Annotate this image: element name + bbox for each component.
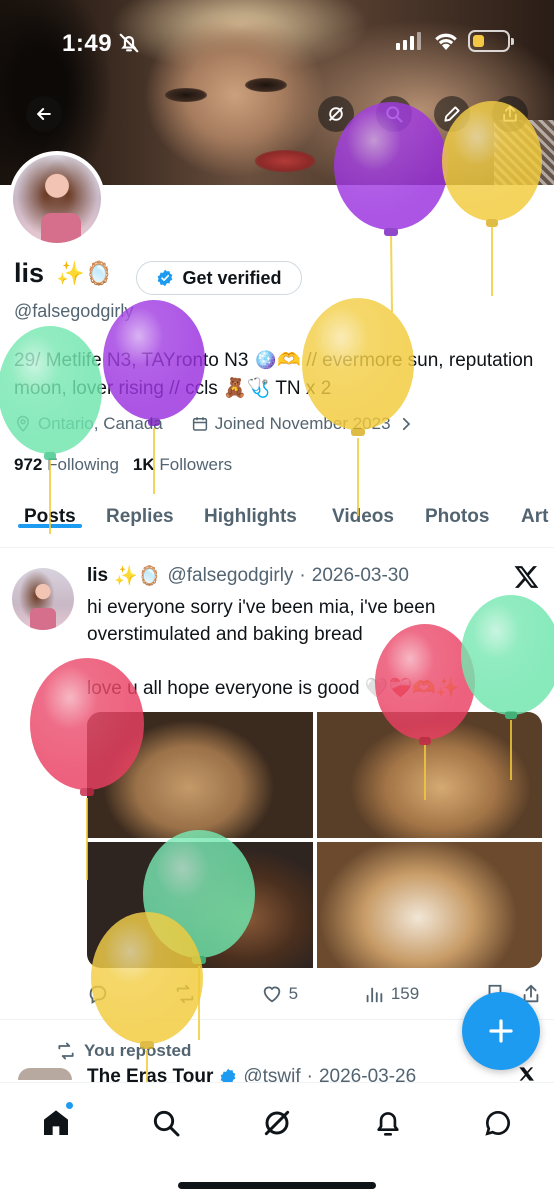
- repost-label: You reposted: [84, 1041, 192, 1060]
- post-date: 2026-03-30: [311, 565, 409, 586]
- home-icon: [44, 1110, 68, 1135]
- nav-search[interactable]: [146, 1103, 186, 1143]
- grok-button[interactable]: [318, 96, 354, 132]
- following-link[interactable]: 972 Following: [14, 455, 119, 475]
- search-icon: [153, 1110, 180, 1137]
- search-icon: [386, 106, 403, 123]
- bread-photo-4[interactable]: [316, 842, 542, 968]
- banner-eye: [245, 78, 287, 92]
- grok-icon: [329, 107, 343, 121]
- balloon-yellow: [302, 298, 414, 516]
- notification-dot: [65, 1101, 74, 1110]
- heart-icon: [263, 986, 280, 1003]
- repost-indicator: You reposted: [56, 1041, 191, 1061]
- tab-posts[interactable]: Posts: [18, 496, 82, 528]
- banner-eye: [165, 88, 207, 102]
- get-verified-button[interactable]: Get verified: [136, 261, 302, 295]
- post-text: hi everyone sorry i've been mia, i've be…: [87, 597, 460, 699]
- views-icon: [366, 987, 383, 1003]
- post-card[interactable]: lis ✨🪞 @falsegodgirly · 2026-03-30 hi ev…: [0, 548, 554, 1020]
- profile-handle: @falsegodgirly: [14, 301, 134, 321]
- repost-icon: [176, 984, 194, 1004]
- tab-highlights[interactable]: Highlights: [204, 496, 297, 528]
- post-dot: ·: [299, 565, 306, 586]
- like-count: 5: [288, 984, 299, 1003]
- profile-joined: Joined November 2023: [214, 414, 391, 433]
- battery-icon: [468, 30, 514, 52]
- profile-name-row: lis ✨🪞: [14, 258, 113, 289]
- repost-icon: [58, 1042, 74, 1060]
- messages-icon: [485, 1110, 510, 1136]
- tab-label: Replies: [106, 506, 174, 527]
- back-button[interactable]: [26, 96, 62, 132]
- post-header: lis ✨🪞 @falsegodgirly · 2026-03-30: [87, 564, 409, 588]
- share-icon: [503, 105, 517, 122]
- tab-art[interactable]: Art: [521, 496, 548, 528]
- bell-muted-icon: [119, 33, 139, 53]
- home-indicator: [178, 1182, 376, 1189]
- search-button[interactable]: [376, 96, 412, 132]
- tab-replies[interactable]: Replies: [106, 496, 174, 528]
- bread-photo-3[interactable]: [87, 842, 313, 968]
- post2-avatar[interactable]: [18, 1068, 72, 1080]
- x-logo-icon: [514, 566, 539, 588]
- reply-button[interactable]: [87, 983, 109, 1005]
- wifi-icon: [435, 33, 457, 50]
- tab-label: Highlights: [204, 506, 297, 527]
- location-icon: [16, 415, 30, 432]
- pencil-icon: [444, 106, 460, 122]
- view-count: 159: [390, 984, 420, 1003]
- followers-link[interactable]: 1K Followers: [133, 455, 232, 475]
- profile-counts: 972 Following 1K Followers: [14, 455, 232, 475]
- signal-icon: [396, 32, 421, 50]
- calendar-icon: [192, 417, 207, 431]
- tab-label: Art: [521, 506, 549, 527]
- arrow-left-icon: [37, 108, 51, 120]
- chevron-right-icon[interactable]: [397, 415, 415, 433]
- profile-meta: Ontario, Canada Joined November 2023: [14, 414, 415, 434]
- post-avatar[interactable]: [12, 568, 74, 630]
- x-logo-icon: [519, 1067, 534, 1081]
- profile-location: Ontario, Canada: [38, 414, 163, 433]
- nav-messages[interactable]: [478, 1103, 518, 1143]
- active-tab-indicator: [18, 524, 82, 528]
- banner-lips: [255, 150, 315, 172]
- profile-name-emojis: ✨🪞: [56, 260, 114, 286]
- reply-icon: [89, 985, 107, 1004]
- tab-photos[interactable]: Photos: [425, 496, 489, 528]
- verified-badge-icon: [158, 269, 173, 287]
- following-count: 972: [14, 455, 43, 474]
- post-author-name[interactable]: lis: [87, 565, 108, 587]
- grok-icon: [264, 1110, 290, 1136]
- post-author-emojis: ✨🪞: [114, 566, 162, 587]
- status-bar: 1:49: [0, 0, 554, 80]
- repost-button[interactable]: [174, 983, 196, 1005]
- compose-button[interactable]: [462, 992, 540, 1070]
- profile-avatar[interactable]: [9, 151, 105, 247]
- tab-videos[interactable]: Videos: [332, 496, 394, 528]
- bread-photo-1[interactable]: [87, 712, 313, 838]
- get-verified-label: Get verified: [182, 267, 282, 288]
- views-button[interactable]: 159: [363, 983, 419, 1005]
- nav-notifications[interactable]: [368, 1103, 408, 1143]
- profile-bio: 29/ Metlife N3, TAYronto N3 🪩🫶 // evermo…: [14, 350, 534, 399]
- bread-photo-2[interactable]: [316, 712, 542, 838]
- followers-count: 1K: [132, 455, 155, 474]
- following-label: Following: [47, 455, 119, 474]
- bell-icon: [377, 1112, 399, 1136]
- edit-button[interactable]: [434, 96, 470, 132]
- status-time: 1:49: [62, 30, 113, 57]
- post-author-handle[interactable]: @falsegodgirly: [167, 565, 293, 587]
- followers-label: Followers: [159, 455, 233, 474]
- profile-tabs: Posts Replies Highlights Videos Photos A…: [0, 496, 554, 548]
- nav-grok[interactable]: [257, 1103, 297, 1143]
- share-button[interactable]: [492, 96, 528, 132]
- post-media-grid: [87, 712, 542, 968]
- like-button[interactable]: 5: [261, 983, 298, 1005]
- plus-icon: [489, 1019, 513, 1043]
- profile-name: lis: [14, 258, 45, 288]
- tab-label: Photos: [425, 506, 490, 527]
- nav-home[interactable]: [36, 1101, 76, 1143]
- tab-label: Videos: [332, 506, 394, 527]
